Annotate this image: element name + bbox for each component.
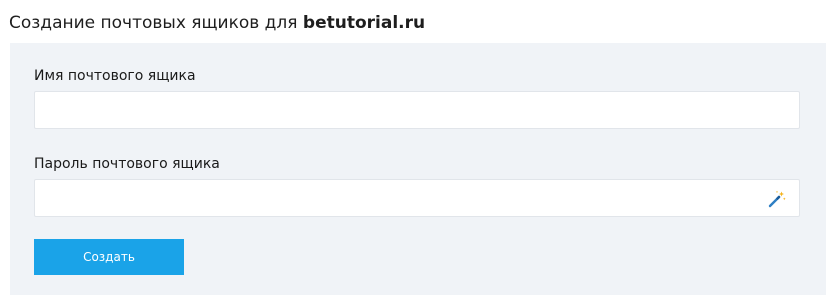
page-title: Создание почтовых ящиков для betutorial.… [9,11,425,35]
create-button[interactable]: Создать [34,239,184,275]
magic-wand-icon[interactable] [768,190,786,208]
mailbox-form-panel: Имя почтового ящика Пароль почтового ящи… [10,43,826,295]
mailbox-name-label: Имя почтового ящика [34,68,196,84]
mailbox-password-input[interactable] [35,180,799,216]
page-title-domain: betutorial.ru [302,13,426,33]
page-title-text: Создание почтовых ящиков для [9,13,303,33]
mailbox-name-field-wrapper [34,91,800,129]
mailbox-password-label: Пароль почтового ящика [34,156,220,172]
mailbox-name-input[interactable] [35,92,799,128]
mailbox-password-field-wrapper [34,179,800,217]
mailbox-create-page: Создание почтовых ящиков для betutorial.… [0,0,836,305]
